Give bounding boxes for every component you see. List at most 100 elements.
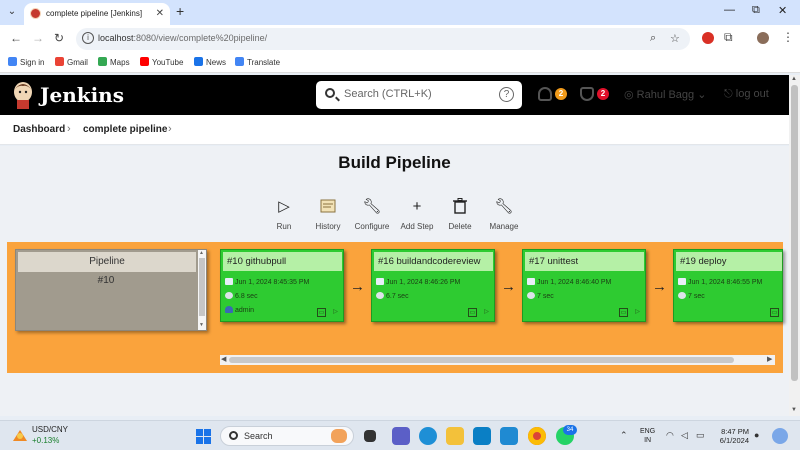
scroll-thumb[interactable] [199, 258, 205, 316]
profile-avatar[interactable] [757, 32, 769, 44]
new-tab-button[interactable]: + [176, 3, 184, 19]
history-button[interactable]: History [306, 198, 350, 231]
teams-icon[interactable] [392, 427, 410, 445]
tab-close-icon[interactable]: ✕ [156, 3, 164, 25]
stage-user: admin [225, 306, 254, 314]
chrome-icon[interactable] [528, 427, 546, 445]
bookmark-youtube[interactable]: YouTube [140, 57, 183, 67]
scroll-left-icon[interactable]: ◀ [221, 355, 226, 365]
bookmark-maps[interactable]: Maps [98, 57, 130, 67]
page-vertical-scrollbar[interactable]: ▲ ▼ [789, 75, 800, 416]
volume-icon[interactable]: ◁ [681, 430, 688, 441]
rerun-play-icon[interactable]: ▷ [482, 308, 491, 317]
scroll-up-icon[interactable]: ▲ [791, 76, 797, 82]
run-button[interactable]: ▷ Run [262, 198, 306, 231]
search-help-icon[interactable]: ? [499, 87, 514, 102]
gmail-icon [55, 57, 64, 66]
stage-arrow-icon: → [350, 278, 365, 295]
stage-title[interactable]: #10 githubpull [223, 252, 342, 271]
currency-widget-icon[interactable] [12, 427, 28, 443]
file-explorer-icon[interactable] [446, 427, 464, 445]
bookmark-sign-in[interactable]: Sign in [8, 57, 44, 67]
maximize-button[interactable]: ⧉ [752, 4, 760, 17]
extensions-puzzle-icon[interactable]: ⧉ [724, 30, 733, 45]
notifications-bell-icon[interactable]: ● [754, 430, 759, 440]
calendar-icon [527, 278, 535, 285]
console-output-icon[interactable]: ▭ [468, 308, 477, 317]
breadcrumb-chevron-icon[interactable]: › [168, 123, 172, 135]
tab-search-menu-button[interactable]: ⌄ [4, 4, 20, 20]
store-icon[interactable] [473, 427, 491, 445]
stage-title[interactable]: #16 buildandcodereview [374, 252, 493, 271]
reload-button[interactable]: ↻ [54, 31, 64, 45]
site-info-icon[interactable]: i [82, 32, 94, 44]
user-menu[interactable]: ◎ Rahul Bagg ⌄ [624, 88, 706, 101]
edge-icon[interactable] [419, 427, 437, 445]
breadcrumb-dashboard[interactable]: Dashboard [13, 124, 65, 135]
calendar-icon [376, 278, 384, 285]
scroll-down-icon[interactable]: ▼ [791, 407, 797, 413]
rerun-play-icon[interactable]: ▷ [331, 308, 340, 317]
jenkins-logo-icon[interactable] [12, 81, 34, 109]
stage-card[interactable]: #17 unittest Jun 1, 2024 8:46:40 PM 7 se… [522, 249, 646, 322]
scroll-right-icon[interactable]: ▶ [767, 355, 772, 365]
back-button[interactable]: ← [10, 31, 22, 45]
bookmark-news[interactable]: News [194, 57, 226, 67]
pipeline-horizontal-scrollbar[interactable]: ◀ ▶ [220, 355, 775, 365]
url-text[interactable]: localhost:8080/view/complete%20pipeline/ [98, 33, 267, 43]
notifications-badge: 2 [555, 88, 567, 100]
extension-icon[interactable] [702, 32, 714, 44]
pipeline-run-box[interactable]: Pipeline #10 ▲ ▼ [15, 249, 207, 331]
windows-start-icon[interactable] [196, 429, 211, 444]
pipeline-scrollbar[interactable]: ▲ ▼ [198, 250, 206, 330]
stage-card[interactable]: #10 githubpull Jun 1, 2024 8:45:35 PM 6.… [220, 249, 344, 322]
rerun-play-icon[interactable]: ▷ [633, 308, 642, 317]
taskbar-search[interactable]: Search [220, 426, 354, 446]
manage-button[interactable]: 🔧︎ Manage [482, 198, 526, 231]
browser-menu-icon[interactable]: ⋮ [782, 30, 794, 44]
console-output-icon[interactable]: ▭ [770, 308, 779, 317]
logout-link[interactable]: ⎋ log out [724, 88, 769, 101]
security-shield-icon[interactable] [580, 87, 594, 101]
delete-button[interactable]: Delete [438, 198, 482, 231]
battery-icon[interactable]: ▭ [696, 430, 705, 441]
jenkins-search-box[interactable]: Search (CTRL+K) ? [316, 81, 522, 109]
configure-button[interactable]: 🔧︎ Configure [350, 198, 394, 231]
wifi-icon[interactable]: ◠ [666, 430, 674, 441]
forward-button[interactable]: → [32, 31, 44, 45]
scroll-up-icon[interactable]: ▲ [199, 250, 204, 256]
show-hidden-icons-chevron-icon[interactable]: ⌃ [620, 430, 628, 441]
bookmark-translate[interactable]: Translate [235, 57, 280, 67]
wrench-icon: 🔧︎ [362, 198, 382, 215]
language-indicator[interactable]: ENG IN [640, 427, 655, 445]
stage-title[interactable]: #17 unittest [525, 252, 644, 271]
scroll-down-icon[interactable]: ▼ [199, 322, 204, 328]
pipeline-run-number[interactable]: #10 [16, 275, 196, 286]
task-view-icon[interactable] [364, 430, 376, 442]
play-icon: ▷ [278, 198, 290, 215]
console-output-icon[interactable]: ▭ [317, 308, 326, 317]
minimize-button[interactable]: — [724, 4, 735, 16]
jenkins-brand[interactable]: Jenkins [40, 83, 124, 107]
search-placeholder: Search (CTRL+K) [344, 88, 432, 100]
close-window-button[interactable]: ✕ [778, 4, 787, 17]
bookmark-gmail[interactable]: Gmail [55, 57, 88, 67]
breadcrumb-complete-pipeline[interactable]: complete pipeline [83, 124, 167, 135]
copilot-icon[interactable] [772, 428, 788, 444]
vscode-icon[interactable] [500, 427, 518, 445]
address-bar[interactable]: i localhost:8080/view/complete%20pipelin… [76, 28, 690, 50]
ticker-symbol[interactable]: USD/CNY [32, 425, 68, 434]
stage-card[interactable]: #19 deploy Jun 1, 2024 8:46:55 PM 7 sec … [673, 249, 783, 322]
system-clock[interactable]: 8:47 PM 6/1/2024 [716, 427, 749, 445]
scroll-thumb[interactable] [791, 85, 798, 381]
scroll-thumb[interactable] [229, 357, 734, 363]
stage-title[interactable]: #19 deploy [676, 252, 782, 271]
stage-card[interactable]: #16 buildandcodereview Jun 1, 2024 8:46:… [371, 249, 495, 322]
zoom-icon[interactable]: ⌕ [650, 32, 656, 45]
add-step-button[interactable]: + Add Step [395, 198, 439, 231]
notifications-bell-icon[interactable] [538, 87, 552, 101]
browser-tab-strip: ⌄ complete pipeline [Jenkins] ✕ + — ⧉ ✕ [0, 0, 800, 25]
browser-tab[interactable]: complete pipeline [Jenkins] ✕ [24, 3, 170, 25]
bookmark-star-icon[interactable]: ☆ [670, 32, 680, 45]
console-output-icon[interactable]: ▭ [619, 308, 628, 317]
